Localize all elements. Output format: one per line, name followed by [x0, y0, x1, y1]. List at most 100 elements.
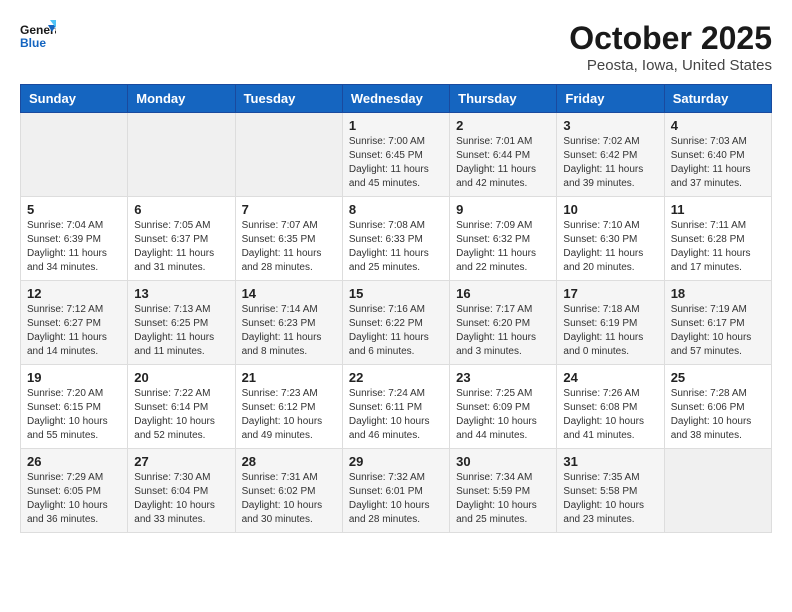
- day-number: 6: [134, 202, 228, 217]
- day-info: Sunrise: 7:10 AM Sunset: 6:30 PM Dayligh…: [563, 219, 657, 275]
- table-row: 17 Sunrise: 7:18 AM Sunset: 6:19 PM Dayli…: [557, 281, 664, 365]
- week-row-5: 26Sunrise: 7:29 AM Sunset: 6:05 PM Dayli…: [21, 449, 772, 533]
- day-number: 17: [563, 286, 657, 301]
- day-number: 3: [563, 118, 657, 133]
- day-number: 22: [349, 370, 443, 385]
- table-row: 10 Sunrise: 7:10 AM Sunset: 6:30 PM Dayli…: [557, 197, 664, 281]
- day-info: Sunrise: 7:35 AM Sunset: 5:58 PM Dayligh…: [563, 471, 657, 527]
- day-number: 11: [671, 202, 765, 217]
- day-info: Sunrise: 7:18 AM Sunset: 6:19 PM Dayligh…: [563, 303, 657, 359]
- day-number: 9: [456, 202, 550, 217]
- table-row: 12 Sunrise: 7:12 AM Sunset: 6:27 PM Dayli…: [21, 281, 128, 365]
- day-info: Sunrise: 7:12 AM Sunset: 6:27 PM Dayligh…: [27, 303, 121, 359]
- table-row: [128, 113, 235, 197]
- day-info: Sunrise: 7:23 AM Sunset: 6:12 PM Dayligh…: [242, 387, 336, 443]
- day-number: 4: [671, 118, 765, 133]
- day-info: Sunrise: 7:00 AM Sunset: 6:45 PM Dayligh…: [349, 135, 443, 191]
- day-number: 14: [242, 286, 336, 301]
- day-number: 26: [27, 454, 121, 469]
- logo: General Blue: [20, 20, 56, 50]
- header-wednesday: Wednesday: [342, 85, 449, 113]
- header-thursday: Thursday: [450, 85, 557, 113]
- day-info: Sunrise: 7:34 AM Sunset: 5:59 PM Dayligh…: [456, 471, 550, 527]
- table-row: [664, 449, 771, 533]
- day-info: Sunrise: 7:16 AM Sunset: 6:22 PM Dayligh…: [349, 303, 443, 359]
- day-info: Sunrise: 7:02 AM Sunset: 6:42 PM Dayligh…: [563, 135, 657, 191]
- day-info: Sunrise: 7:13 AM Sunset: 6:25 PM Dayligh…: [134, 303, 228, 359]
- table-row: 18Sunrise: 7:19 AM Sunset: 6:17 PM Dayli…: [664, 281, 771, 365]
- table-row: 13 Sunrise: 7:13 AM Sunset: 6:25 PM Dayli…: [128, 281, 235, 365]
- day-number: 13: [134, 286, 228, 301]
- header-monday: Monday: [128, 85, 235, 113]
- table-row: [235, 113, 342, 197]
- table-row: 4 Sunrise: 7:03 AM Sunset: 6:40 PM Daylig…: [664, 113, 771, 197]
- day-info: Sunrise: 7:32 AM Sunset: 6:01 PM Dayligh…: [349, 471, 443, 527]
- table-row: 29 Sunrise: 7:32 AM Sunset: 6:01 PM Dayli…: [342, 449, 449, 533]
- day-number: 21: [242, 370, 336, 385]
- svg-text:Blue: Blue: [20, 36, 46, 50]
- table-row: 20 Sunrise: 7:22 AM Sunset: 6:14 PM Dayli…: [128, 365, 235, 449]
- day-number: 24: [563, 370, 657, 385]
- header-tuesday: Tuesday: [235, 85, 342, 113]
- day-number: 2: [456, 118, 550, 133]
- weekday-header-row: Sunday Monday Tuesday Wednesday Thursday…: [21, 85, 772, 113]
- calendar-table: Sunday Monday Tuesday Wednesday Thursday…: [20, 84, 772, 533]
- table-row: 25 Sunrise: 7:28 AM Sunset: 6:06 PM Dayli…: [664, 365, 771, 449]
- week-row-2: 5Sunrise: 7:04 AM Sunset: 6:39 PM Daylig…: [21, 197, 772, 281]
- table-row: 19 Sunrise: 7:20 AM Sunset: 6:15 PM Dayli…: [21, 365, 128, 449]
- day-number: 18: [671, 286, 765, 301]
- day-number: 29: [349, 454, 443, 469]
- day-number: 12: [27, 286, 121, 301]
- week-row-1: 1 Sunrise: 7:00 AM Sunset: 6:45 PM Daylig…: [21, 113, 772, 197]
- day-info: Sunrise: 7:03 AM Sunset: 6:40 PM Dayligh…: [671, 135, 765, 191]
- day-number: 28: [242, 454, 336, 469]
- table-row: [21, 113, 128, 197]
- day-info: Sunrise: 7:28 AM Sunset: 6:06 PM Dayligh…: [671, 387, 765, 443]
- day-info: Sunrise: 7:05 AM Sunset: 6:37 PM Dayligh…: [134, 219, 228, 275]
- day-number: 1: [349, 118, 443, 133]
- table-row: 15 Sunrise: 7:16 AM Sunset: 6:22 PM Dayli…: [342, 281, 449, 365]
- day-number: 20: [134, 370, 228, 385]
- day-number: 16: [456, 286, 550, 301]
- table-row: 16Sunrise: 7:17 AM Sunset: 6:20 PM Dayli…: [450, 281, 557, 365]
- table-row: 1 Sunrise: 7:00 AM Sunset: 6:45 PM Daylig…: [342, 113, 449, 197]
- table-row: 26Sunrise: 7:29 AM Sunset: 6:05 PM Dayli…: [21, 449, 128, 533]
- day-info: Sunrise: 7:09 AM Sunset: 6:32 PM Dayligh…: [456, 219, 550, 275]
- header-friday: Friday: [557, 85, 664, 113]
- day-info: Sunrise: 7:26 AM Sunset: 6:08 PM Dayligh…: [563, 387, 657, 443]
- title-section: October 2025 Peosta, Iowa, United States: [569, 20, 772, 74]
- table-row: 30Sunrise: 7:34 AM Sunset: 5:59 PM Dayli…: [450, 449, 557, 533]
- day-number: 7: [242, 202, 336, 217]
- table-row: 23Sunrise: 7:25 AM Sunset: 6:09 PM Dayli…: [450, 365, 557, 449]
- table-row: 28Sunrise: 7:31 AM Sunset: 6:02 PM Dayli…: [235, 449, 342, 533]
- day-info: Sunrise: 7:22 AM Sunset: 6:14 PM Dayligh…: [134, 387, 228, 443]
- table-row: 3 Sunrise: 7:02 AM Sunset: 6:42 PM Daylig…: [557, 113, 664, 197]
- calendar-title: October 2025: [569, 20, 772, 57]
- day-number: 31: [563, 454, 657, 469]
- week-row-3: 12 Sunrise: 7:12 AM Sunset: 6:27 PM Dayli…: [21, 281, 772, 365]
- day-number: 10: [563, 202, 657, 217]
- table-row: 21 Sunrise: 7:23 AM Sunset: 6:12 PM Dayli…: [235, 365, 342, 449]
- day-info: Sunrise: 7:04 AM Sunset: 6:39 PM Dayligh…: [27, 219, 121, 275]
- day-number: 23: [456, 370, 550, 385]
- day-number: 25: [671, 370, 765, 385]
- table-row: 2 Sunrise: 7:01 AM Sunset: 6:44 PM Daylig…: [450, 113, 557, 197]
- table-row: 7 Sunrise: 7:07 AM Sunset: 6:35 PM Daylig…: [235, 197, 342, 281]
- day-info: Sunrise: 7:01 AM Sunset: 6:44 PM Dayligh…: [456, 135, 550, 191]
- calendar-subtitle: Peosta, Iowa, United States: [569, 57, 772, 74]
- table-row: 31 Sunrise: 7:35 AM Sunset: 5:58 PM Dayli…: [557, 449, 664, 533]
- table-row: 27Sunrise: 7:30 AM Sunset: 6:04 PM Dayli…: [128, 449, 235, 533]
- page-header: General Blue October 2025 Peosta, Iowa, …: [20, 20, 772, 74]
- day-info: Sunrise: 7:30 AM Sunset: 6:04 PM Dayligh…: [134, 471, 228, 527]
- header-sunday: Sunday: [21, 85, 128, 113]
- table-row: 22Sunrise: 7:24 AM Sunset: 6:11 PM Dayli…: [342, 365, 449, 449]
- table-row: 14Sunrise: 7:14 AM Sunset: 6:23 PM Dayli…: [235, 281, 342, 365]
- table-row: 24 Sunrise: 7:26 AM Sunset: 6:08 PM Dayli…: [557, 365, 664, 449]
- table-row: 5Sunrise: 7:04 AM Sunset: 6:39 PM Daylig…: [21, 197, 128, 281]
- day-number: 19: [27, 370, 121, 385]
- table-row: 6 Sunrise: 7:05 AM Sunset: 6:37 PM Daylig…: [128, 197, 235, 281]
- day-info: Sunrise: 7:20 AM Sunset: 6:15 PM Dayligh…: [27, 387, 121, 443]
- day-number: 15: [349, 286, 443, 301]
- header-saturday: Saturday: [664, 85, 771, 113]
- day-info: Sunrise: 7:07 AM Sunset: 6:35 PM Dayligh…: [242, 219, 336, 275]
